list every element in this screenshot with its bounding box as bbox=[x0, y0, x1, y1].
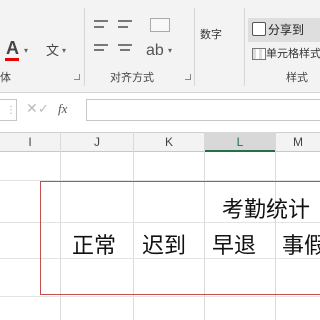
group-separator bbox=[194, 8, 195, 86]
gridline bbox=[0, 296, 320, 297]
insert-function-button[interactable]: fx bbox=[58, 101, 67, 117]
share-icon bbox=[252, 22, 266, 36]
wrap-text-icon[interactable] bbox=[150, 18, 170, 32]
number-format-button[interactable]: 数字 bbox=[200, 26, 222, 42]
align-line-decor bbox=[94, 26, 104, 28]
header-cell-late[interactable]: 迟到 bbox=[142, 228, 186, 260]
align-line-decor bbox=[118, 26, 128, 28]
orientation-icon[interactable]: ab bbox=[146, 42, 164, 60]
font-group-label: 体 bbox=[0, 72, 11, 84]
header-cell-personal-leave[interactable]: 事假 bbox=[282, 228, 320, 260]
font-dialog-launcher-icon[interactable] bbox=[74, 74, 82, 82]
align-line-decor bbox=[120, 49, 130, 51]
header-cell-normal[interactable]: 正常 bbox=[72, 228, 116, 260]
align-center-icon[interactable] bbox=[118, 44, 132, 46]
header-cell-early-leave[interactable]: 早退 bbox=[212, 228, 256, 260]
orientation-dropdown-icon[interactable]: ▾ bbox=[168, 46, 172, 55]
sheet-title-cell[interactable]: 考勤统计 bbox=[222, 192, 310, 224]
top-align-icon[interactable] bbox=[94, 20, 108, 22]
group-separator bbox=[84, 8, 85, 86]
share-label[interactable]: 分享到 bbox=[268, 21, 304, 38]
group-separator bbox=[244, 8, 245, 86]
alignment-dialog-launcher-icon[interactable] bbox=[185, 74, 193, 82]
enter-icon[interactable]: ✓ bbox=[38, 101, 49, 117]
column-header-i[interactable]: I bbox=[0, 132, 60, 152]
column-header-m[interactable]: M bbox=[276, 132, 320, 152]
font-color-swatch bbox=[5, 58, 19, 61]
phonetic-dropdown-icon[interactable]: ▾ bbox=[62, 46, 66, 55]
column-header-l[interactable]: L bbox=[205, 132, 275, 152]
cancel-icon[interactable]: ✕ bbox=[26, 100, 38, 117]
align-line-decor bbox=[94, 49, 104, 51]
cell-styles-icon bbox=[252, 48, 266, 60]
font-color-dropdown-icon[interactable]: ▾ bbox=[24, 46, 28, 55]
align-left-icon[interactable] bbox=[94, 44, 108, 46]
column-header-j[interactable]: J bbox=[61, 132, 133, 152]
alignment-group-label: 对齐方式 bbox=[110, 72, 154, 84]
font-color-button[interactable]: A bbox=[6, 38, 19, 59]
phonetic-guide-button[interactable]: 文 bbox=[46, 40, 59, 59]
cell-styles-button[interactable]: 单元格样式 bbox=[266, 45, 320, 61]
formula-input[interactable] bbox=[86, 99, 320, 121]
middle-align-icon[interactable] bbox=[118, 20, 132, 22]
styles-group-label: 样式 bbox=[286, 72, 308, 84]
column-header-k[interactable]: K bbox=[134, 132, 204, 152]
more-icon: ⋮ bbox=[6, 105, 16, 116]
